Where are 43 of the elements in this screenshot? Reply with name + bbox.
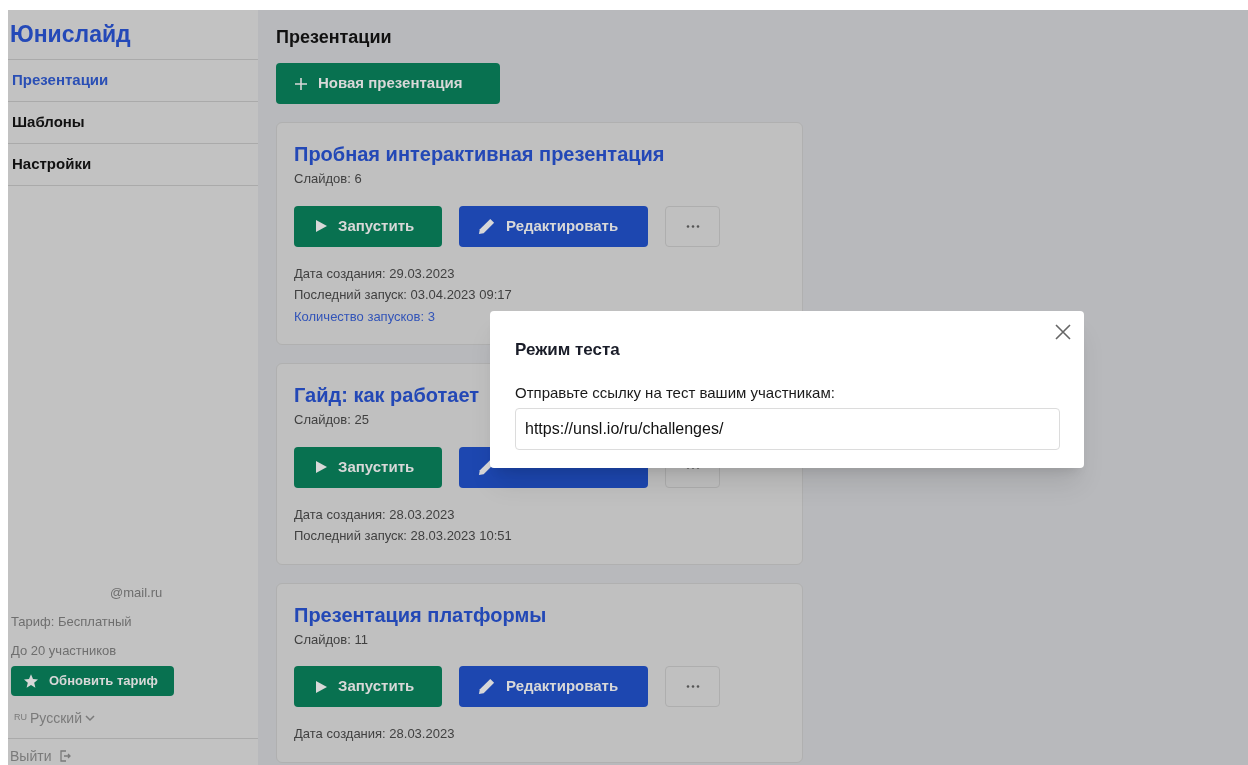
play-icon (315, 679, 328, 694)
logout-icon (59, 750, 72, 762)
slide-count: Слайдов: 11 (294, 630, 368, 649)
slide-count: Слайдов: 6 (294, 170, 362, 188)
pencil-icon (477, 677, 496, 696)
card-detail: Дата создания: 28.03.2023 (294, 505, 455, 524)
more-button[interactable] (665, 205, 720, 247)
run-button[interactable]: Запустить (294, 446, 442, 488)
card-detail: Последний запуск: 03.04.2023 09:17 (294, 286, 512, 304)
card-detail: Последний запуск: 28.03.2023 10:51 (294, 527, 512, 545)
user-email: @mail.ru (109, 584, 164, 602)
plan-label: Тариф: Бесплатный (10, 613, 133, 631)
presentation-title-link[interactable]: Гайд: как работает (294, 382, 480, 408)
more-button[interactable] (665, 666, 720, 707)
play-icon (315, 460, 328, 474)
logout-link[interactable]: Выйти (10, 747, 72, 765)
slide-count: Слайдов: 25 (294, 411, 369, 429)
run-button[interactable]: Запустить (294, 666, 442, 707)
run-button[interactable]: Запустить (294, 205, 442, 247)
language-selector[interactable]: RU Русский (14, 708, 95, 728)
pencil-icon (477, 216, 496, 236)
modal-instruction: Отправьте ссылку на тест вашим участникам: (515, 382, 836, 403)
play-icon (315, 219, 328, 233)
new-presentation-button[interactable]: Новая презентация (276, 63, 500, 104)
modal-title: Режим теста (515, 339, 621, 361)
language-name: Русский (30, 708, 82, 728)
language-code: RU (14, 711, 27, 725)
upgrade-plan-button[interactable]: Обновить тариф (11, 666, 174, 696)
card-detail: Дата создания: 29.03.2023 (294, 264, 455, 283)
participants-limit: До 20 участников (10, 642, 118, 660)
close-button[interactable] (1054, 323, 1072, 341)
launch-count-link[interactable]: Количество запусков: 3 (294, 306, 435, 326)
card-detail: Дата создания: 28.03.2023 (294, 725, 455, 743)
edit-button[interactable]: Редактировать (459, 666, 648, 707)
plus-icon (294, 76, 308, 91)
link-field[interactable]: https://unsl.io/ru/challenges/ (515, 408, 1060, 450)
star-icon (23, 673, 39, 689)
edit-button[interactable]: Редактировать (459, 205, 648, 247)
page-title: Презентации (276, 25, 393, 49)
presentation-title-link[interactable]: Презентация платформы (294, 601, 547, 628)
chevron-down-icon (84, 714, 95, 722)
close-icon (1054, 323, 1072, 341)
presentation-title-link[interactable]: Пробная интерактивная презентация (294, 141, 665, 167)
